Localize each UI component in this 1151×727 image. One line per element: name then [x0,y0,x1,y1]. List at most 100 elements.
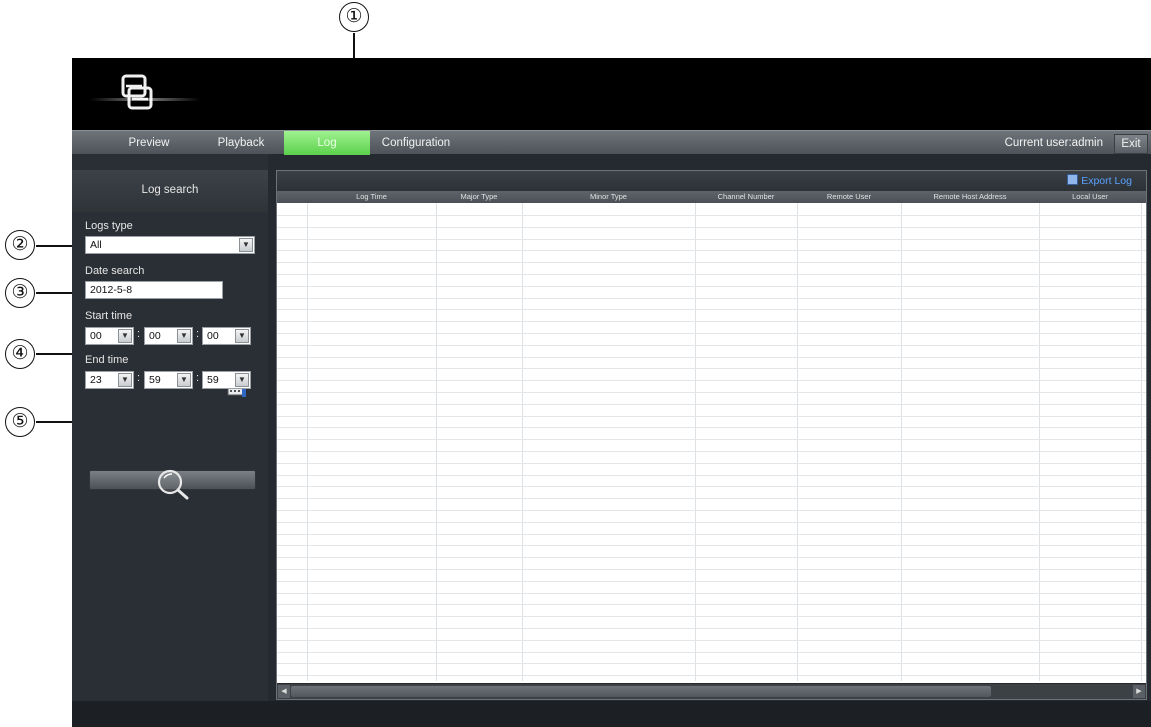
app-window: Preview Playback Log Configuration Curre… [72,58,1151,727]
panel-title: Log search [72,170,268,212]
chevron-down-icon[interactable]: ▼ [235,329,249,343]
table-row [277,215,1146,216]
table-row [277,663,1146,665]
export-log-button[interactable]: Export Log [1081,174,1132,188]
table-row [277,380,1146,382]
start-hour-value: 00 [90,330,102,342]
brand-bar [72,58,1151,130]
table-row [277,285,1146,287]
chevron-down-icon[interactable]: ▼ [118,373,132,387]
table-row [277,439,1146,441]
end-hour-value: 23 [90,374,102,386]
table-row [277,462,1146,464]
table-row [277,474,1146,476]
horizontal-scrollbar[interactable]: ◀ ▶ [277,683,1146,699]
table-row [277,427,1146,429]
search-button[interactable] [89,469,256,500]
start-hour-select[interactable]: 00 ▼ [85,327,134,345]
save-icon[interactable] [1067,174,1078,185]
chevron-down-icon[interactable]: ▼ [239,238,253,252]
table-toolbar: Export Log [277,171,1146,191]
scroll-left-icon[interactable]: ◀ [278,685,290,698]
column-header[interactable]: Channel Number [695,191,797,203]
callout-1: ① [339,2,369,32]
callout-4: ④ [5,339,35,369]
logs-type-label: Logs type [85,220,133,232]
nav-log[interactable]: Log [284,131,370,155]
search-icon [157,469,189,500]
start-second-value: 00 [207,330,219,342]
column-header[interactable]: Major Type [436,191,522,203]
chevron-down-icon[interactable]: ▼ [235,373,249,387]
chevron-down-icon[interactable]: ▼ [177,329,191,343]
table-row [277,297,1146,299]
time-colon: : [137,328,141,340]
end-second-value: 59 [207,374,219,386]
manual-screenshot: ① ② ③ ④ ⑤ Preview Playback Log Configura… [0,0,1151,727]
table-row [277,344,1146,346]
end-hour-select[interactable]: 23 ▼ [85,371,134,389]
callout-4-line [36,353,76,355]
table-row [277,238,1146,240]
nav-configuration[interactable]: Configuration [372,131,460,155]
scrollbar-thumb[interactable] [291,686,991,697]
table-row [277,226,1146,228]
logs-type-select[interactable]: All ▼ [85,236,255,254]
table-header: Log Time Major Type Minor Type Channel N… [277,191,1146,203]
nav-preview[interactable]: Preview [112,131,186,155]
table-row [277,639,1146,641]
chevron-down-icon[interactable]: ▼ [118,329,132,343]
start-time-label: Start time [85,310,133,322]
table-row [277,616,1146,618]
table-row [277,498,1146,500]
table-row [277,356,1146,358]
current-user-label: Current user:admin [1004,137,1103,149]
table-row [277,510,1146,511]
date-value: 2012-5-8 [90,284,133,296]
end-time-label: End time [85,354,129,366]
log-search-panel: Log search Logs type All ▼ Date search 2… [72,154,268,727]
time-colon: : [196,328,200,340]
top-nav: Preview Playback Log Configuration Curre… [72,130,1151,155]
table-row [277,309,1146,311]
column-header[interactable]: Remote Host Address [901,191,1039,203]
scroll-right-icon[interactable]: ▶ [1133,685,1145,698]
table-row [277,250,1146,252]
logo-glow [90,98,200,101]
table-row [277,486,1146,488]
end-minute-select[interactable]: 59 ▼ [144,371,193,389]
table-row [277,592,1146,594]
app-footer [72,701,1151,727]
end-second-select[interactable]: 59 ▼ [202,371,251,389]
start-second-select[interactable]: 00 ▼ [202,327,251,345]
callout-2: ② [5,230,35,260]
table-row [277,545,1146,547]
table-row [277,262,1146,264]
chevron-down-icon[interactable]: ▼ [177,373,191,387]
column-header[interactable]: Local User [1039,191,1141,203]
start-minute-value: 00 [149,330,161,342]
table-row [277,604,1146,606]
table-row [277,557,1146,559]
log-table: Export Log Log Time Major Type Minor Typ… [276,170,1147,700]
column-header[interactable]: Minor Type [522,191,695,203]
table-row [277,392,1146,393]
nav-playback[interactable]: Playback [202,131,280,155]
table-row [277,451,1146,452]
start-minute-select[interactable]: 00 ▼ [144,327,193,345]
exit-button[interactable]: Exit [1114,134,1148,154]
table-row [277,651,1146,653]
date-field[interactable]: 2012-5-8 [85,281,223,299]
logo-icon [121,74,153,110]
table-row [277,628,1146,629]
time-colon: : [137,372,141,384]
callout-3: ③ [5,278,35,308]
table-row [277,533,1146,535]
date-search-label: Date search [85,265,145,277]
logs-type-value: All [90,239,102,251]
table-row [277,569,1146,570]
column-header[interactable]: Log Time [307,191,436,203]
table-row [277,368,1146,370]
time-colon: : [196,372,200,384]
column-header[interactable]: Remote User [797,191,901,203]
